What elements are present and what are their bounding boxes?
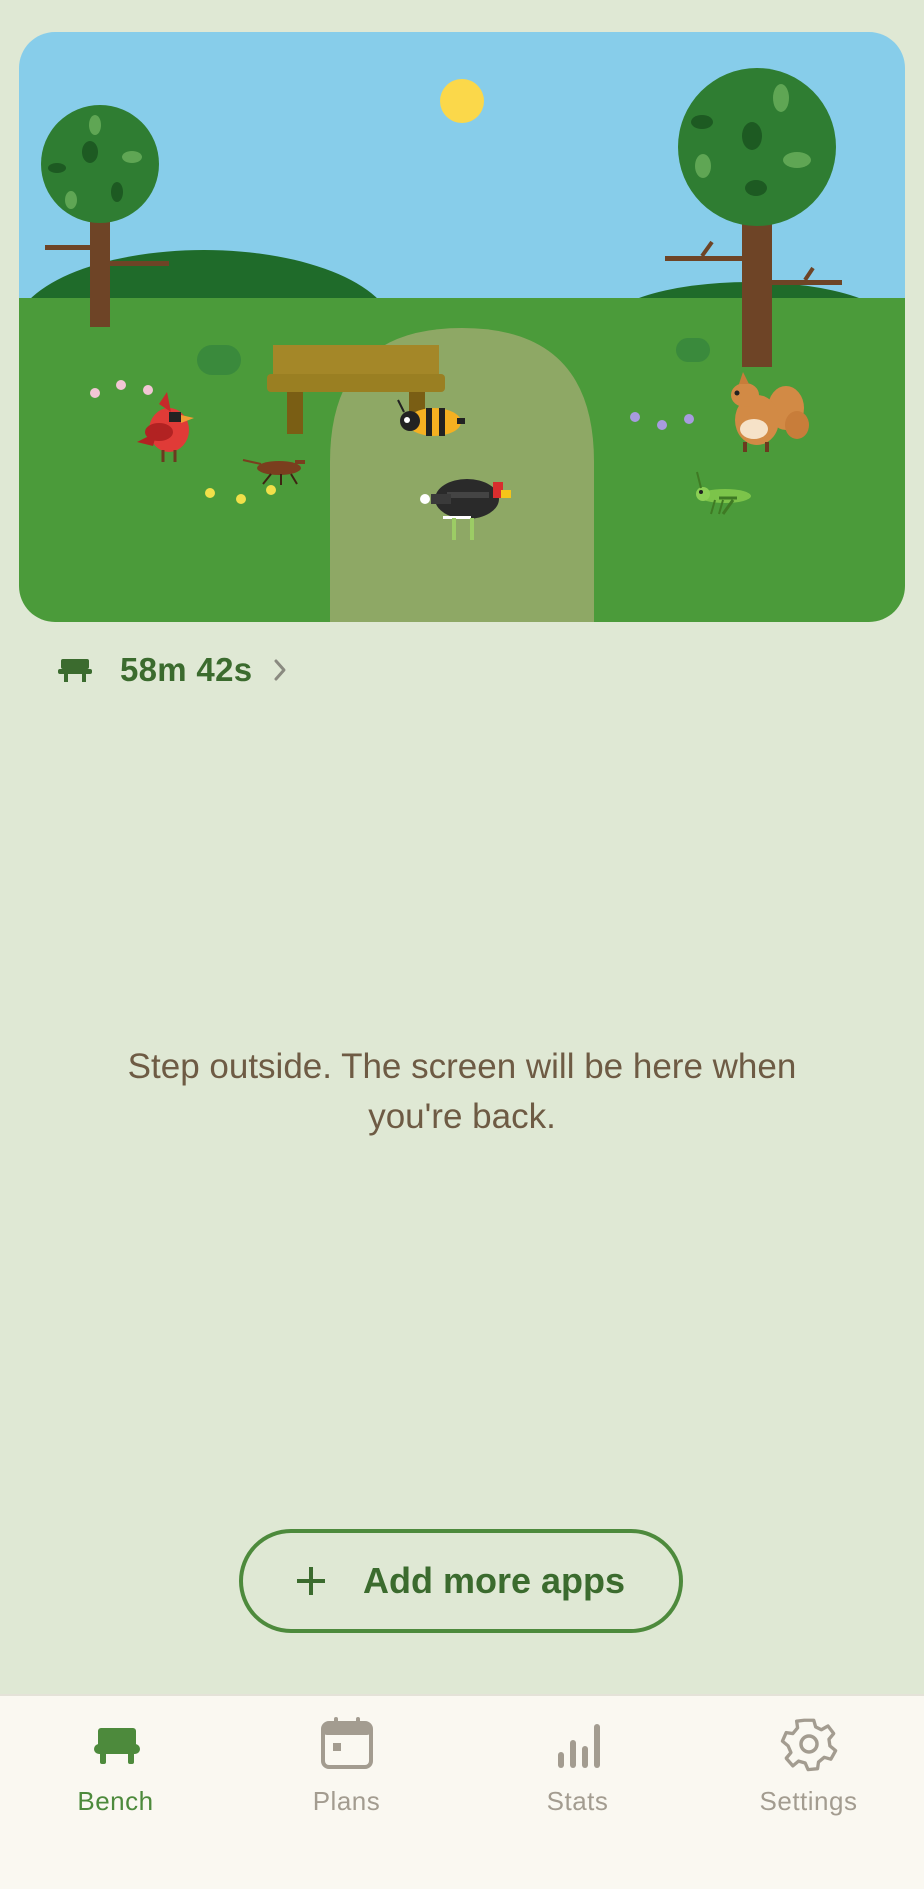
- empty-state-message: Step outside. The screen will be here wh…: [127, 1047, 797, 1136]
- tab-stats[interactable]: Stats: [462, 1714, 693, 1824]
- add-more-apps-label: Add more apps: [362, 1560, 626, 1601]
- plus-icon: [296, 1567, 325, 1595]
- add-more-apps-button[interactable]: Add more apps: [239, 1529, 683, 1633]
- calendar-icon: [320, 1717, 373, 1769]
- bottom-tab-bar: Bench Plans Stats Settings: [0, 1694, 924, 1889]
- tab-plans[interactable]: Plans: [231, 1714, 462, 1824]
- bench-icon: [58, 659, 92, 682]
- bench-time-value: 58m 42s: [120, 651, 253, 688]
- bush: [676, 338, 710, 362]
- chevron-right-icon: [274, 659, 286, 681]
- bench-time-summary[interactable]: 58m 42s: [58, 648, 290, 692]
- bush: [197, 345, 241, 375]
- tab-label: Settings: [759, 1786, 858, 1816]
- tab-label: Bench: [77, 1786, 154, 1816]
- tab-label: Stats: [546, 1786, 609, 1816]
- park-scene-illustration: [19, 32, 905, 622]
- bench-icon: [93, 1728, 140, 1764]
- tab-label: Plans: [312, 1786, 381, 1816]
- gear-icon: [780, 1718, 837, 1772]
- tab-bench[interactable]: Bench: [0, 1714, 231, 1824]
- bar-chart-icon: [557, 1724, 600, 1768]
- tab-settings[interactable]: Settings: [693, 1714, 924, 1824]
- sun-icon: [440, 79, 484, 123]
